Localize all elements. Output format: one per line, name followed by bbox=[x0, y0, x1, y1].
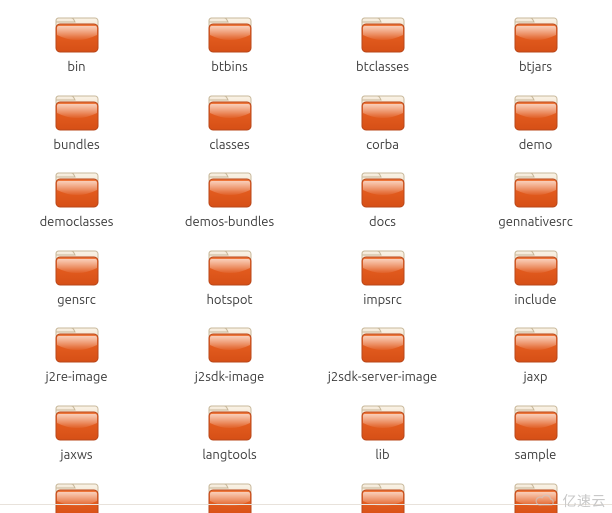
folder-label: classes bbox=[209, 138, 249, 154]
folder-label: gennativesrc bbox=[498, 215, 573, 231]
divider bbox=[0, 504, 612, 505]
folder-item[interactable]: docs bbox=[306, 167, 459, 231]
folder-icon bbox=[206, 478, 254, 513]
folder-item[interactable]: bin bbox=[0, 12, 153, 76]
folder-label: include bbox=[514, 293, 556, 309]
folder-item[interactable]: bundles bbox=[0, 90, 153, 154]
folder-label: j2sdk-image bbox=[195, 370, 265, 386]
folder-label: gensrc bbox=[57, 293, 96, 309]
folder-icon bbox=[359, 90, 407, 134]
folder-label: docs bbox=[369, 215, 396, 231]
folder-icon bbox=[206, 12, 254, 56]
folder-icon bbox=[206, 167, 254, 211]
folder-icon bbox=[206, 90, 254, 134]
folder-label: j2re-image bbox=[45, 370, 107, 386]
folder-item[interactable]: corba bbox=[306, 90, 459, 154]
folder-grid: bin btbins bbox=[0, 0, 612, 513]
folder-item[interactable]: j2sdk-image bbox=[153, 322, 306, 386]
folder-icon bbox=[53, 167, 101, 211]
folder-label: jaxp bbox=[523, 370, 547, 386]
folder-label: lib bbox=[375, 448, 389, 464]
folder-icon bbox=[53, 400, 101, 444]
folder-label: langtools bbox=[202, 448, 256, 464]
folder-label: corba bbox=[366, 138, 399, 154]
folder-label: bundles bbox=[53, 138, 99, 154]
folder-icon bbox=[512, 167, 560, 211]
folder-label: btjars bbox=[519, 60, 552, 76]
folder-label: bin bbox=[67, 60, 85, 76]
folder-item[interactable]: demos-bundles bbox=[153, 167, 306, 231]
folder-icon bbox=[359, 245, 407, 289]
folder-label: j2sdk-server-image bbox=[328, 370, 438, 386]
folder-icon bbox=[206, 245, 254, 289]
folder-item[interactable]: btclasses bbox=[306, 12, 459, 76]
folder-item[interactable]: classes bbox=[153, 90, 306, 154]
folder-label: demo bbox=[519, 138, 553, 154]
folder-label: btbins bbox=[211, 60, 248, 76]
folder-item[interactable] bbox=[306, 478, 459, 513]
folder-item[interactable]: democlasses bbox=[0, 167, 153, 231]
folder-icon bbox=[206, 400, 254, 444]
folder-label: sample bbox=[515, 448, 557, 464]
folder-icon bbox=[359, 322, 407, 366]
folder-item[interactable]: gensrc bbox=[0, 245, 153, 309]
folder-item[interactable]: hotspot bbox=[153, 245, 306, 309]
folder-item[interactable]: jaxp bbox=[459, 322, 612, 386]
folder-icon bbox=[512, 245, 560, 289]
folder-item[interactable]: lib bbox=[306, 400, 459, 464]
folder-item[interactable]: j2re-image bbox=[0, 322, 153, 386]
watermark-text: 亿速云 bbox=[563, 491, 607, 511]
folder-item[interactable]: impsrc bbox=[306, 245, 459, 309]
folder-icon bbox=[53, 322, 101, 366]
folder-label: hotspot bbox=[206, 293, 252, 309]
folder-icon bbox=[53, 12, 101, 56]
folder-item[interactable]: btjars bbox=[459, 12, 612, 76]
folder-item[interactable]: jaxws bbox=[0, 400, 153, 464]
folder-icon bbox=[512, 322, 560, 366]
watermark: 亿速云 bbox=[533, 491, 607, 511]
folder-item[interactable]: demo bbox=[459, 90, 612, 154]
folder-label: btclasses bbox=[356, 60, 409, 76]
folder-icon bbox=[206, 322, 254, 366]
folder-item[interactable]: sample bbox=[459, 400, 612, 464]
folder-item[interactable]: j2sdk-server-image bbox=[306, 322, 459, 386]
folder-label: democlasses bbox=[40, 215, 114, 231]
folder-item[interactable]: btbins bbox=[153, 12, 306, 76]
folder-icon bbox=[359, 478, 407, 513]
folder-item[interactable] bbox=[0, 478, 153, 513]
folder-icon bbox=[359, 167, 407, 211]
folder-item[interactable]: include bbox=[459, 245, 612, 309]
folder-label: jaxws bbox=[60, 448, 92, 464]
folder-icon bbox=[359, 400, 407, 444]
folder-label: impsrc bbox=[363, 293, 402, 309]
folder-icon bbox=[53, 90, 101, 134]
folder-icon bbox=[512, 90, 560, 134]
folder-icon bbox=[359, 12, 407, 56]
folder-icon bbox=[512, 400, 560, 444]
cloud-icon bbox=[533, 493, 559, 509]
folder-item[interactable]: gennativesrc bbox=[459, 167, 612, 231]
folder-icon bbox=[53, 245, 101, 289]
folder-item[interactable] bbox=[153, 478, 306, 513]
folder-label: demos-bundles bbox=[185, 215, 274, 231]
folder-item[interactable]: langtools bbox=[153, 400, 306, 464]
folder-icon bbox=[53, 478, 101, 513]
folder-icon bbox=[512, 12, 560, 56]
